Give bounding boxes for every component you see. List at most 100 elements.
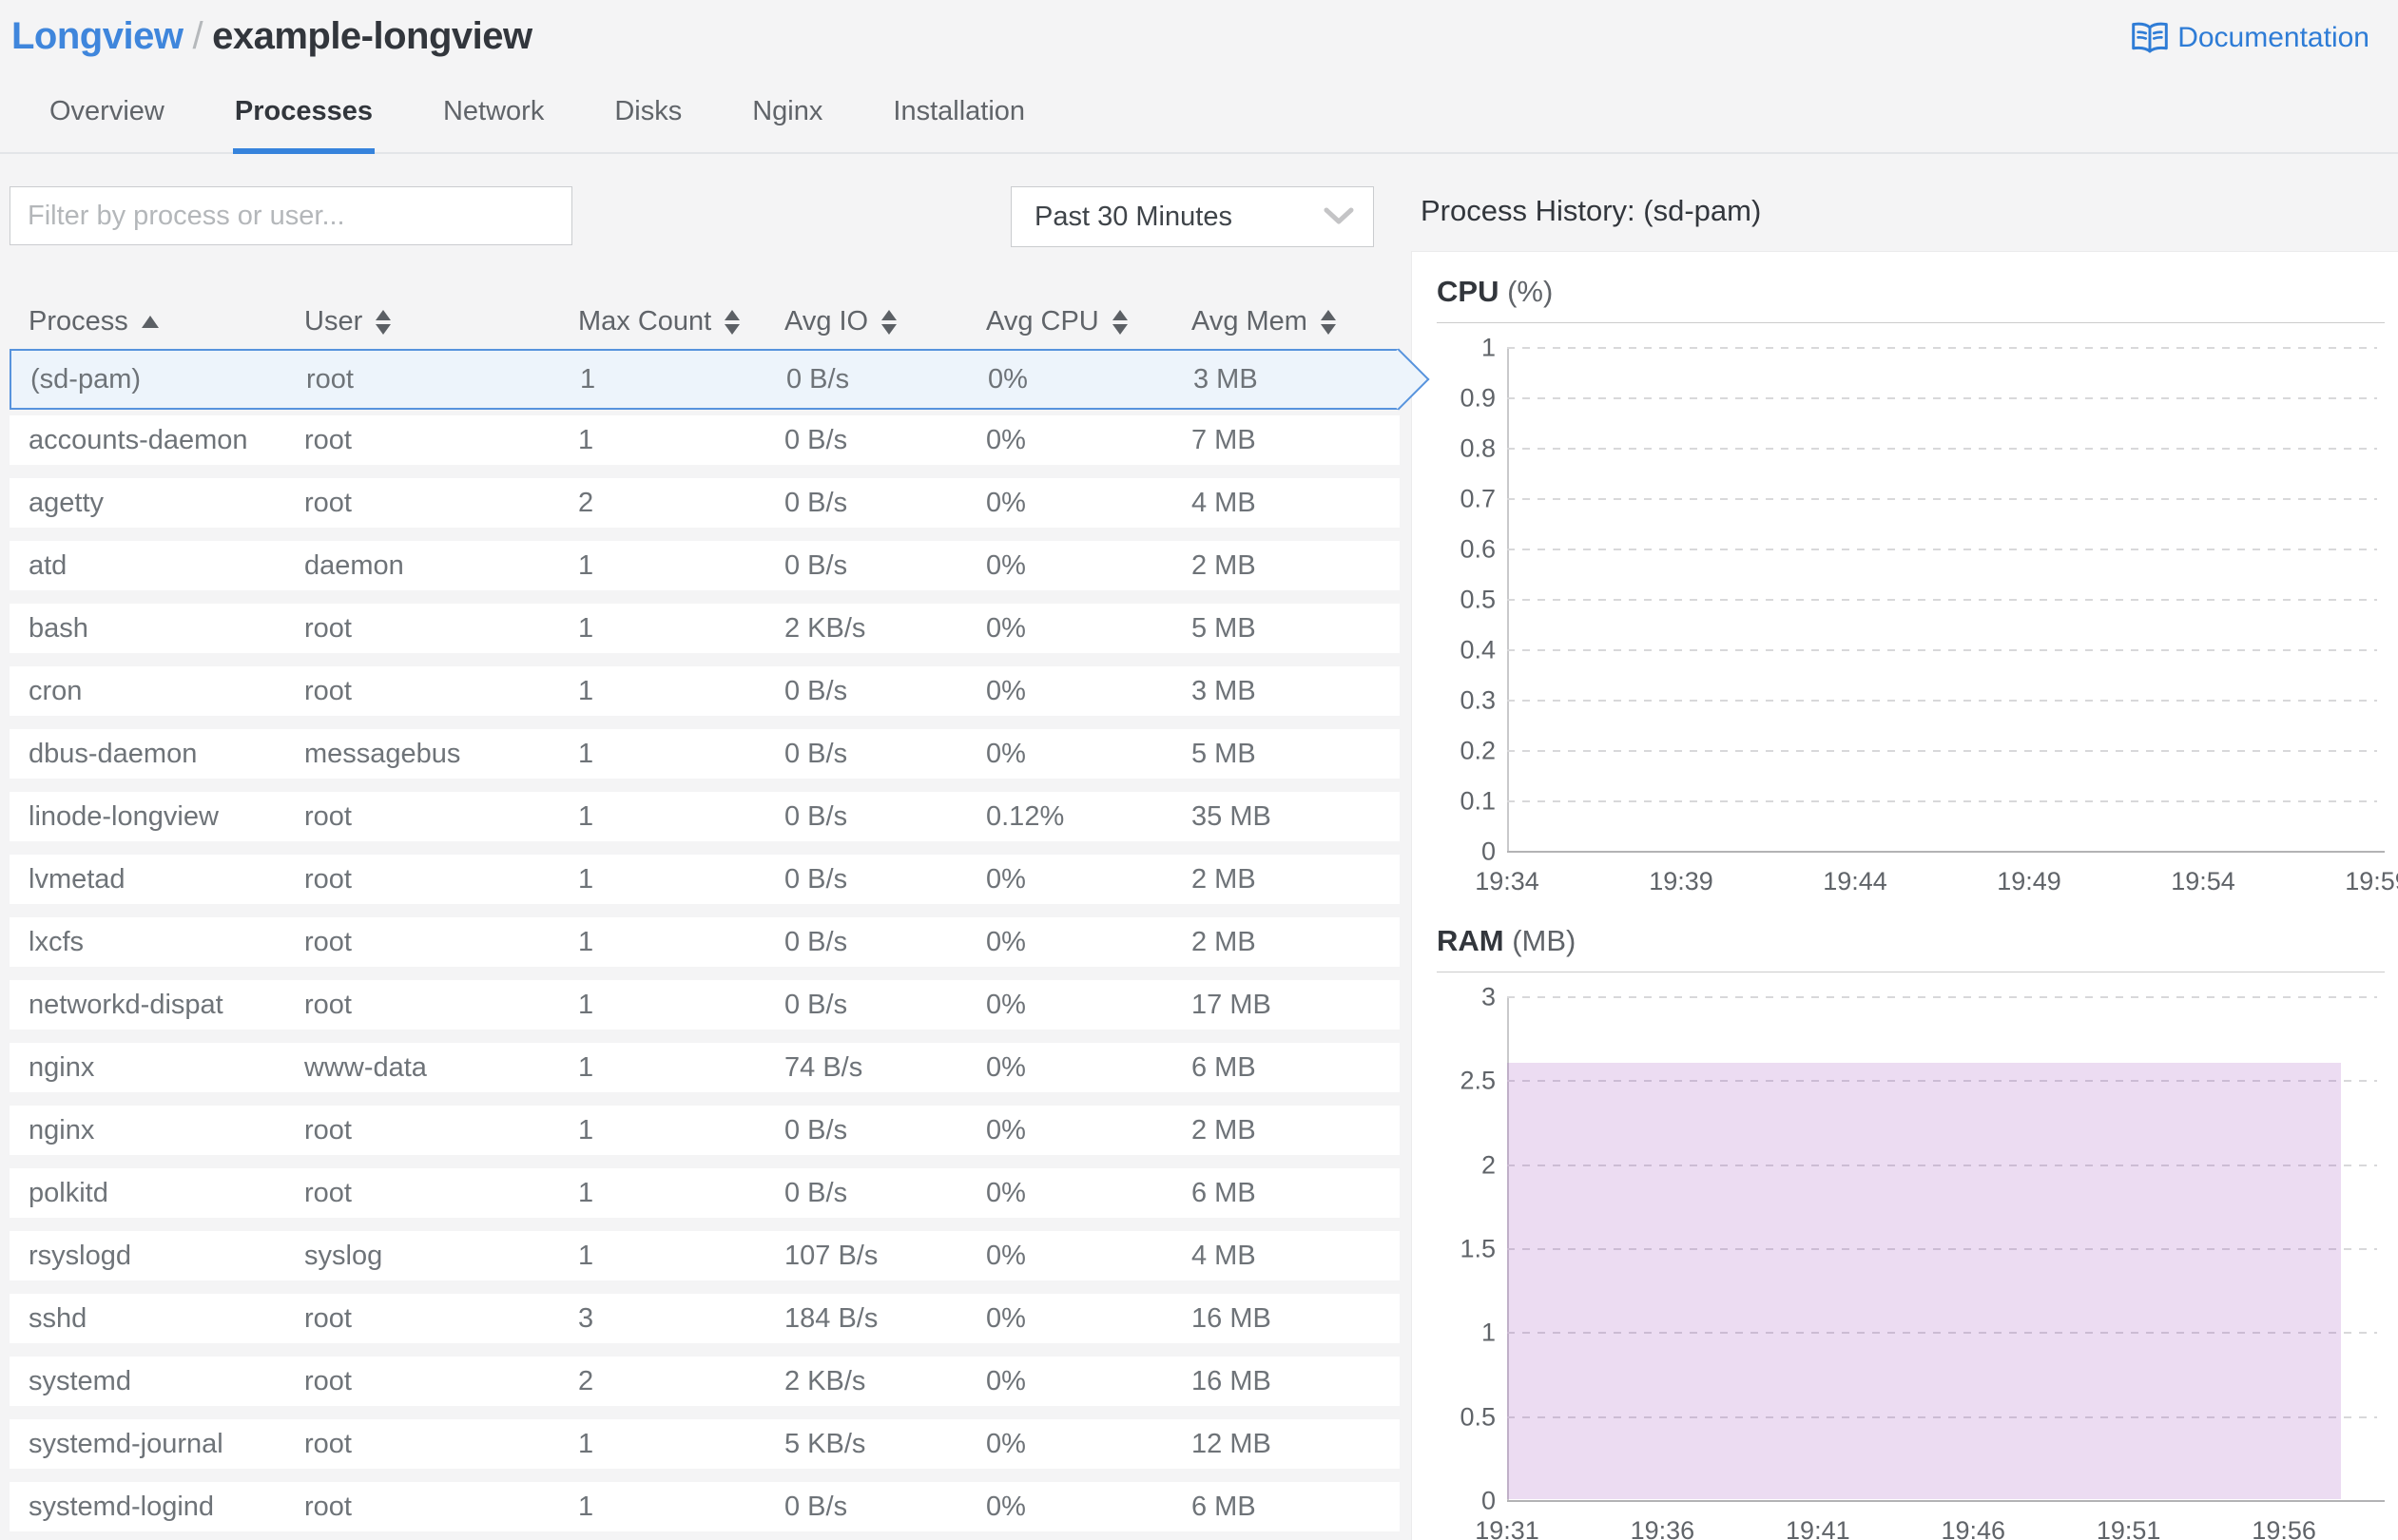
cell-avg-mem: 2 MB bbox=[1191, 1114, 1256, 1145]
sort-icon bbox=[1112, 309, 1128, 335]
y-tick-label: 0.4 bbox=[1460, 635, 1496, 664]
page-header: Longview / example-longview Documentation bbox=[0, 0, 2398, 58]
cell-user: root bbox=[304, 1177, 352, 1208]
column-header-avg-io[interactable]: Avg IO bbox=[784, 306, 986, 337]
cell-user: www-data bbox=[304, 1051, 427, 1083]
sort-icon bbox=[725, 309, 741, 335]
column-header-process[interactable]: Process bbox=[29, 306, 304, 337]
cell-avg-cpu: 0% bbox=[986, 612, 1026, 644]
cell-avg-mem: 35 MB bbox=[1191, 800, 1271, 832]
cell-avg-cpu: 0% bbox=[988, 363, 1028, 395]
x-tick-label: 19:31 bbox=[1475, 1516, 1539, 1540]
table-row[interactable]: linode-longview root 1 0 B/s 0.12% 35 MB bbox=[10, 792, 1400, 841]
table-row[interactable]: lvmetad root 1 0 B/s 0% 2 MB bbox=[10, 855, 1400, 904]
cpu-plot-area bbox=[1507, 347, 2385, 853]
chart-unit-label: (%) bbox=[1507, 275, 1554, 308]
table-row[interactable]: dbus-daemon messagebus 1 0 B/s 0% 5 MB bbox=[10, 729, 1400, 779]
table-row[interactable]: rsyslogd syslog 1 107 B/s 0% 4 MB bbox=[10, 1231, 1400, 1280]
cell-process: nginx bbox=[29, 1051, 95, 1083]
zero-axis-line bbox=[1507, 851, 2385, 853]
page-title: example-longview bbox=[212, 15, 532, 57]
tab-installation[interactable]: Installation bbox=[891, 83, 1027, 152]
table-row[interactable]: systemd-journal root 1 5 KB/s 0% 12 MB bbox=[10, 1419, 1400, 1469]
cell-max-count: 1 bbox=[578, 675, 594, 706]
table-row[interactable]: sshd root 3 184 B/s 0% 16 MB bbox=[10, 1294, 1400, 1343]
tab-network[interactable]: Network bbox=[441, 83, 546, 152]
ram-plot-area bbox=[1507, 996, 2385, 1502]
column-header-user[interactable]: User bbox=[304, 306, 578, 337]
tab-nginx[interactable]: Nginx bbox=[750, 83, 824, 152]
table-row[interactable]: cron root 1 0 B/s 0% 3 MB bbox=[10, 666, 1400, 716]
time-range-select[interactable]: Past 30 Minutes bbox=[1011, 186, 1374, 247]
cell-avg-cpu: 0% bbox=[986, 738, 1026, 769]
tab-overview[interactable]: Overview bbox=[48, 83, 166, 152]
gridline bbox=[1507, 996, 2377, 998]
table-row[interactable]: systemd root 2 2 KB/s 0% 16 MB bbox=[10, 1357, 1400, 1406]
gridline bbox=[1507, 397, 2377, 399]
cell-avg-mem: 4 MB bbox=[1191, 487, 1256, 518]
divider bbox=[1437, 322, 2385, 323]
table-row[interactable]: nginx root 1 0 B/s 0% 2 MB bbox=[10, 1106, 1400, 1155]
cell-avg-io: 184 B/s bbox=[784, 1302, 879, 1334]
cell-user: root bbox=[304, 1428, 352, 1459]
table-row[interactable]: networkd-dispat root 1 0 B/s 0% 17 MB bbox=[10, 980, 1400, 1030]
x-axis-labels: 19:31 19:36 19:41 19:46 19:51 19:56 bbox=[1475, 1516, 2377, 1540]
gridline bbox=[1507, 347, 2377, 349]
documentation-link[interactable]: Documentation bbox=[2130, 21, 2369, 55]
column-header-avg-cpu[interactable]: Avg CPU bbox=[986, 306, 1191, 337]
cell-avg-io: 0 B/s bbox=[784, 1177, 848, 1208]
table-row[interactable]: atd daemon 1 0 B/s 0% 2 MB bbox=[10, 541, 1400, 590]
table-row[interactable]: bash root 1 2 KB/s 0% 5 MB bbox=[10, 604, 1400, 653]
x-tick-label: 19:39 bbox=[1649, 867, 1713, 895]
cpu-chart: CPU (%) 1 0.9 0.8 0.7 0.6 0.5 0.4 0.3 0.2 0.1 0 19:3… bbox=[1437, 275, 2398, 899]
cell-avg-io: 0 B/s bbox=[784, 424, 848, 455]
cell-avg-cpu: 0% bbox=[986, 1051, 1026, 1083]
gridline bbox=[1507, 498, 2377, 500]
cell-max-count: 1 bbox=[578, 1428, 594, 1459]
table-row[interactable]: accounts-daemon root 1 0 B/s 0% 7 MB bbox=[10, 415, 1400, 465]
filter-input[interactable] bbox=[10, 186, 572, 245]
y-tick-label: 0.5 bbox=[1460, 1402, 1496, 1432]
cell-max-count: 1 bbox=[578, 800, 594, 832]
gridline bbox=[1507, 800, 2377, 802]
cell-avg-io: 0 B/s bbox=[784, 800, 848, 832]
zero-axis-line bbox=[1507, 1500, 2385, 1502]
cell-user: root bbox=[306, 363, 354, 395]
cell-avg-cpu: 0% bbox=[986, 1365, 1026, 1396]
cell-avg-mem: 5 MB bbox=[1191, 738, 1256, 769]
cell-user: root bbox=[304, 1491, 352, 1522]
cell-avg-mem: 3 MB bbox=[1191, 675, 1256, 706]
cell-user: root bbox=[304, 926, 352, 957]
cell-avg-io: 0 B/s bbox=[784, 549, 848, 581]
cell-avg-io: 0 B/s bbox=[784, 487, 848, 518]
chart-metric-label: RAM bbox=[1437, 924, 1504, 957]
cell-max-count: 3 bbox=[578, 1302, 594, 1334]
cell-user: root bbox=[304, 487, 352, 518]
table-row[interactable]: systemd-logind root 1 0 B/s 0% 6 MB bbox=[10, 1482, 1400, 1531]
table-row[interactable]: polkitd root 1 0 B/s 0% 6 MB bbox=[10, 1168, 1400, 1218]
cell-process: accounts-daemon bbox=[29, 424, 248, 455]
table-row-selected[interactable]: (sd-pam) root 1 0 B/s 0% 3 MB bbox=[10, 349, 1400, 410]
sort-icon bbox=[1320, 309, 1336, 335]
column-header-max-count[interactable]: Max Count bbox=[578, 306, 784, 337]
cell-avg-mem: 2 MB bbox=[1191, 926, 1256, 957]
cell-avg-io: 0 B/s bbox=[786, 363, 850, 395]
table-row[interactable]: nginx www-data 1 74 B/s 0% 6 MB bbox=[10, 1043, 1400, 1092]
x-tick-label: 19:59 bbox=[2345, 867, 2398, 895]
cell-process: nginx bbox=[29, 1114, 95, 1145]
ram-chart: RAM (MB) 3 2.5 2 1.5 1 0.5 0 19:31 19:36 19:41 19:4… bbox=[1437, 924, 2385, 1540]
sort-asc-icon bbox=[141, 316, 159, 328]
tab-disks[interactable]: Disks bbox=[612, 83, 684, 152]
cell-process: (sd-pam) bbox=[30, 363, 142, 395]
x-tick-label: 19:54 bbox=[2171, 867, 2235, 895]
cell-process: polkitd bbox=[29, 1177, 108, 1208]
cell-avg-mem: 16 MB bbox=[1191, 1302, 1271, 1334]
breadcrumb-longview-link[interactable]: Longview bbox=[11, 15, 184, 57]
table-row[interactable]: agetty root 2 0 B/s 0% 4 MB bbox=[10, 478, 1400, 528]
tab-processes[interactable]: Processes bbox=[232, 83, 376, 154]
cell-user: daemon bbox=[304, 549, 404, 581]
table-row[interactable]: lxcfs root 1 0 B/s 0% 2 MB bbox=[10, 917, 1400, 967]
cell-avg-cpu: 0% bbox=[986, 863, 1026, 895]
column-header-avg-mem[interactable]: Avg Mem bbox=[1191, 306, 1400, 337]
cell-avg-mem: 2 MB bbox=[1191, 863, 1256, 895]
